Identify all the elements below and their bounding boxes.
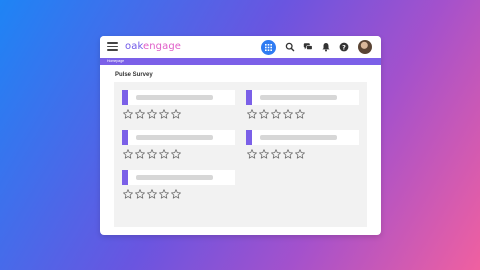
apps-grid-icon — [265, 44, 272, 51]
star-icon[interactable] — [295, 109, 305, 119]
star-icon[interactable] — [147, 149, 157, 159]
star-icon[interactable] — [147, 109, 157, 119]
svg-text:?: ? — [342, 43, 346, 51]
star-icon[interactable] — [147, 189, 157, 199]
question-accent-bar — [122, 90, 128, 105]
breadcrumb-home-link[interactable]: Homepage — [107, 59, 124, 64]
star-icon[interactable] — [159, 149, 169, 159]
help-icon[interactable]: ? — [339, 42, 349, 52]
star-icon[interactable] — [283, 109, 293, 119]
survey-question-card — [246, 130, 359, 145]
top-header: oakengage ? — [100, 36, 381, 58]
star-icon[interactable] — [171, 109, 181, 119]
chat-icon[interactable] — [303, 42, 313, 52]
star-icon[interactable] — [123, 109, 133, 119]
avatar[interactable] — [358, 40, 372, 54]
question-text-placeholder — [260, 95, 337, 100]
logo-accent: engage — [142, 41, 182, 52]
logo-main: oak — [125, 41, 143, 52]
star-icon[interactable] — [159, 109, 169, 119]
question-accent-bar — [122, 170, 128, 185]
question-text-placeholder — [136, 175, 213, 180]
star-icon[interactable] — [123, 149, 133, 159]
bell-icon[interactable] — [321, 42, 331, 52]
survey-question-card — [122, 90, 235, 105]
question-accent-bar — [122, 130, 128, 145]
star-icon[interactable] — [271, 149, 281, 159]
question-text-placeholder — [136, 135, 213, 140]
question-accent-bar — [246, 130, 252, 145]
survey-panel — [114, 82, 367, 227]
star-icon[interactable] — [135, 109, 145, 119]
question-accent-bar — [246, 90, 252, 105]
menu-icon[interactable] — [107, 42, 118, 51]
survey-question-card — [122, 170, 235, 185]
survey-question-card — [246, 90, 359, 105]
page-title: Pulse Survey — [115, 72, 153, 78]
star-icon[interactable] — [295, 149, 305, 159]
star-icon[interactable] — [247, 149, 257, 159]
app-window: oakengage ? Homepage Pulse Survey — [100, 36, 381, 235]
star-icon[interactable] — [171, 189, 181, 199]
question-text-placeholder — [260, 135, 337, 140]
star-icon[interactable] — [159, 189, 169, 199]
question-text-placeholder — [136, 95, 213, 100]
star-icon[interactable] — [283, 149, 293, 159]
breadcrumb: Homepage — [100, 58, 381, 65]
logo[interactable]: oakengage — [125, 41, 181, 52]
star-icon[interactable] — [259, 109, 269, 119]
star-icon[interactable] — [135, 189, 145, 199]
star-icon[interactable] — [271, 109, 281, 119]
survey-question-card — [122, 130, 235, 145]
search-icon[interactable] — [285, 42, 295, 52]
star-icon[interactable] — [123, 189, 133, 199]
star-icon[interactable] — [171, 149, 181, 159]
apps-grid-button[interactable] — [261, 40, 276, 55]
star-icon[interactable] — [247, 109, 257, 119]
star-icon[interactable] — [259, 149, 269, 159]
star-icon[interactable] — [135, 149, 145, 159]
